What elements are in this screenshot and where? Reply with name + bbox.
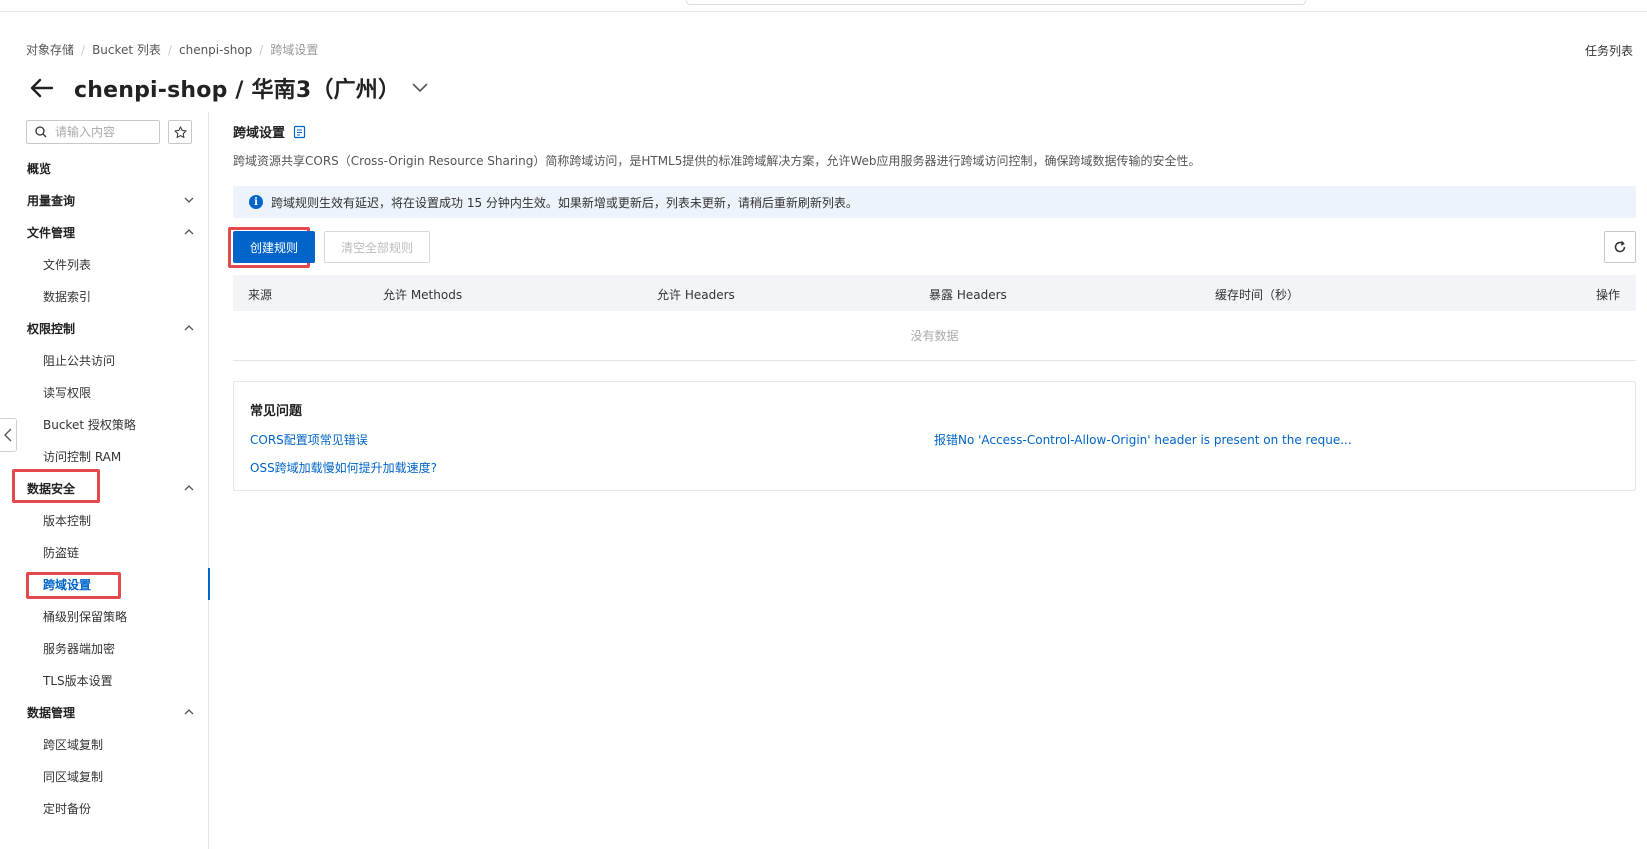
page-header: chenpi-shop / 华南3（广州） [28,70,430,106]
faq-link-slow-loading[interactable]: OSS跨域加载慢如何提升加载速度? [250,459,437,476]
top-search-stub[interactable] [686,0,1306,5]
sidebar-item-label: 权限控制 [27,321,76,336]
sidebar-item-file-list[interactable]: 文件列表 [0,248,209,280]
breadcrumb-separator: / [81,42,86,57]
sidebar-item-label: 跨域设置 [43,577,92,592]
sidebar-search-input[interactable] [55,125,145,139]
refresh-button[interactable] [1604,231,1636,263]
top-bar [0,0,1647,12]
sidebar-item-read-write-acl[interactable]: 读写权限 [0,376,209,408]
sidebar-item-cross-region-replication[interactable]: 跨区域复制 [0,728,209,760]
sidebar-item-label: 定时备份 [43,801,92,816]
sidebar-collapse-handle[interactable] [0,418,17,452]
sidebar-item-data-index[interactable]: 数据索引 [0,280,209,312]
chevron-left-icon [4,428,12,442]
column-header-allowed-headers: 允许 Headers [657,288,735,302]
sidebar-item-label: Bucket 授权策略 [43,417,136,432]
sidebar-item-versioning[interactable]: 版本控制 [0,504,209,536]
sidebar-item-label: 跨区域复制 [43,737,104,752]
create-rule-button[interactable]: 创建规则 [233,231,315,263]
chevron-up-icon [184,485,194,491]
sidebar-item-same-region-replication[interactable]: 同区域复制 [0,760,209,792]
sidebar-item-label: 用量查询 [27,193,76,208]
sidebar-item-label: 读写权限 [43,385,92,400]
sidebar-item-label: 文件列表 [43,257,92,272]
sidebar-item-label: 数据管理 [27,705,76,720]
refresh-icon [1614,240,1626,253]
task-list-link[interactable]: 任务列表 [1585,42,1633,59]
info-notice: i 跨域规则生效有延迟，将在设置成功 15 分钟内生效。如果新增或更新后，列表未… [233,186,1636,218]
sidebar-item-cors[interactable]: 跨域设置 [0,568,210,600]
info-icon: i [249,195,263,209]
chevron-up-icon [184,709,194,715]
section-title: 跨域设置 [233,122,306,141]
notice-text: 跨域规则生效有延迟，将在设置成功 15 分钟内生效。如果新增或更新后，列表未更新… [271,195,858,210]
sidebar-item-label: 阻止公共访问 [43,353,116,368]
sidebar-group-permissions[interactable]: 权限控制 [0,312,209,344]
sidebar-item-tls-version[interactable]: TLS版本设置 [0,664,209,696]
sidebar-item-label: 同区域复制 [43,769,104,784]
sidebar-item-label: 文件管理 [27,225,76,240]
sidebar-item-label: 防盗链 [43,545,80,560]
active-indicator [208,568,210,600]
sidebar-item-bucket-policy[interactable]: Bucket 授权策略 [0,408,209,440]
sidebar-item-label: TLS版本设置 [43,673,113,688]
chevron-down-icon [184,197,194,203]
sidebar-item-server-encryption[interactable]: 服务器端加密 [0,632,209,664]
column-header-exposed-headers: 暴露 Headers [929,288,1007,302]
sidebar-item-label: 数据索引 [43,289,92,304]
cors-rules-table: 来源 允许 Methods 允许 Headers 暴露 Headers 缓存时间… [233,275,1636,361]
sidebar-item-label: 服务器端加密 [43,641,116,656]
sidebar-item-label: 桶级别保留策略 [43,609,128,624]
faq-link-allow-origin-error[interactable]: 报错No 'Access-Control-Allow-Origin' heade… [934,431,1352,448]
faq-link-cors-errors[interactable]: CORS配置项常见错误 [250,431,368,448]
section-description: 跨域资源共享CORS（Cross-Origin Resource Sharing… [233,154,1201,168]
clear-all-rules-button[interactable]: 清空全部规则 [324,231,430,263]
star-icon [173,125,187,138]
breadcrumb-current: 跨域设置 [270,43,319,57]
sidebar-item-label: 版本控制 [43,513,92,528]
chevron-up-icon [184,325,194,331]
column-header-origin: 来源 [248,288,273,302]
sidebar-item-ram[interactable]: 访问控制 RAM [0,440,209,472]
sidebar-group-files[interactable]: 文件管理 [0,216,209,248]
breadcrumb-separator: / [167,42,172,57]
sidebar-group-data-security[interactable]: 数据安全 [0,472,209,504]
breadcrumb-bucket[interactable]: chenpi-shop [179,43,252,57]
table-empty-state: 没有数据 [233,311,1636,361]
column-header-actions: 操作 [1595,288,1620,302]
chevron-down-icon[interactable] [412,79,430,97]
star-favorite-button[interactable] [168,120,192,144]
sidebar-item-label: 数据安全 [27,481,76,496]
document-icon[interactable] [293,125,306,139]
sidebar-group-data-management[interactable]: 数据管理 [0,696,209,728]
column-header-cache-time: 缓存时间（秒） [1215,288,1300,302]
sidebar-item-scheduled-backup[interactable]: 定时备份 [0,792,209,824]
search-icon [35,126,47,138]
breadcrumb: 对象存储 / Bucket 列表 / chenpi-shop / 跨域设置 [26,41,318,58]
sidebar-nav: 概览 用量查询 文件管理 文件列表 数据索引 权限控制 阻止公共访问 读写权限 … [0,152,210,824]
table-header: 来源 允许 Methods 允许 Headers 暴露 Headers 缓存时间… [233,275,1636,311]
sidebar-item-overview[interactable]: 概览 [0,152,209,184]
sidebar-item-hotlink-protection[interactable]: 防盗链 [0,536,209,568]
sidebar-group-usage[interactable]: 用量查询 [0,184,209,216]
breadcrumb-separator: / [259,42,264,57]
back-arrow-icon[interactable] [28,74,56,102]
breadcrumb-bucket-list[interactable]: Bucket 列表 [92,41,161,58]
faq-panel: 常见问题 CORS配置项常见错误 报错No 'Access-Control-Al… [233,381,1636,491]
breadcrumb-oss[interactable]: 对象存储 [26,41,74,58]
section-title-text: 跨域设置 [233,126,286,141]
sidebar-item-block-public-access[interactable]: 阻止公共访问 [0,344,209,376]
sidebar-item-label: 概览 [27,161,52,176]
sidebar: 概览 用量查询 文件管理 文件列表 数据索引 权限控制 阻止公共访问 读写权限 … [0,112,210,849]
sidebar-item-retention-policy[interactable]: 桶级别保留策略 [0,600,209,632]
sidebar-search[interactable] [26,120,160,144]
column-header-methods: 允许 Methods [383,288,463,302]
page-title: chenpi-shop / 华南3（广州） [74,78,401,103]
faq-title: 常见问题 [250,404,303,419]
sidebar-item-label: 访问控制 RAM [43,449,122,464]
chevron-up-icon [184,229,194,235]
